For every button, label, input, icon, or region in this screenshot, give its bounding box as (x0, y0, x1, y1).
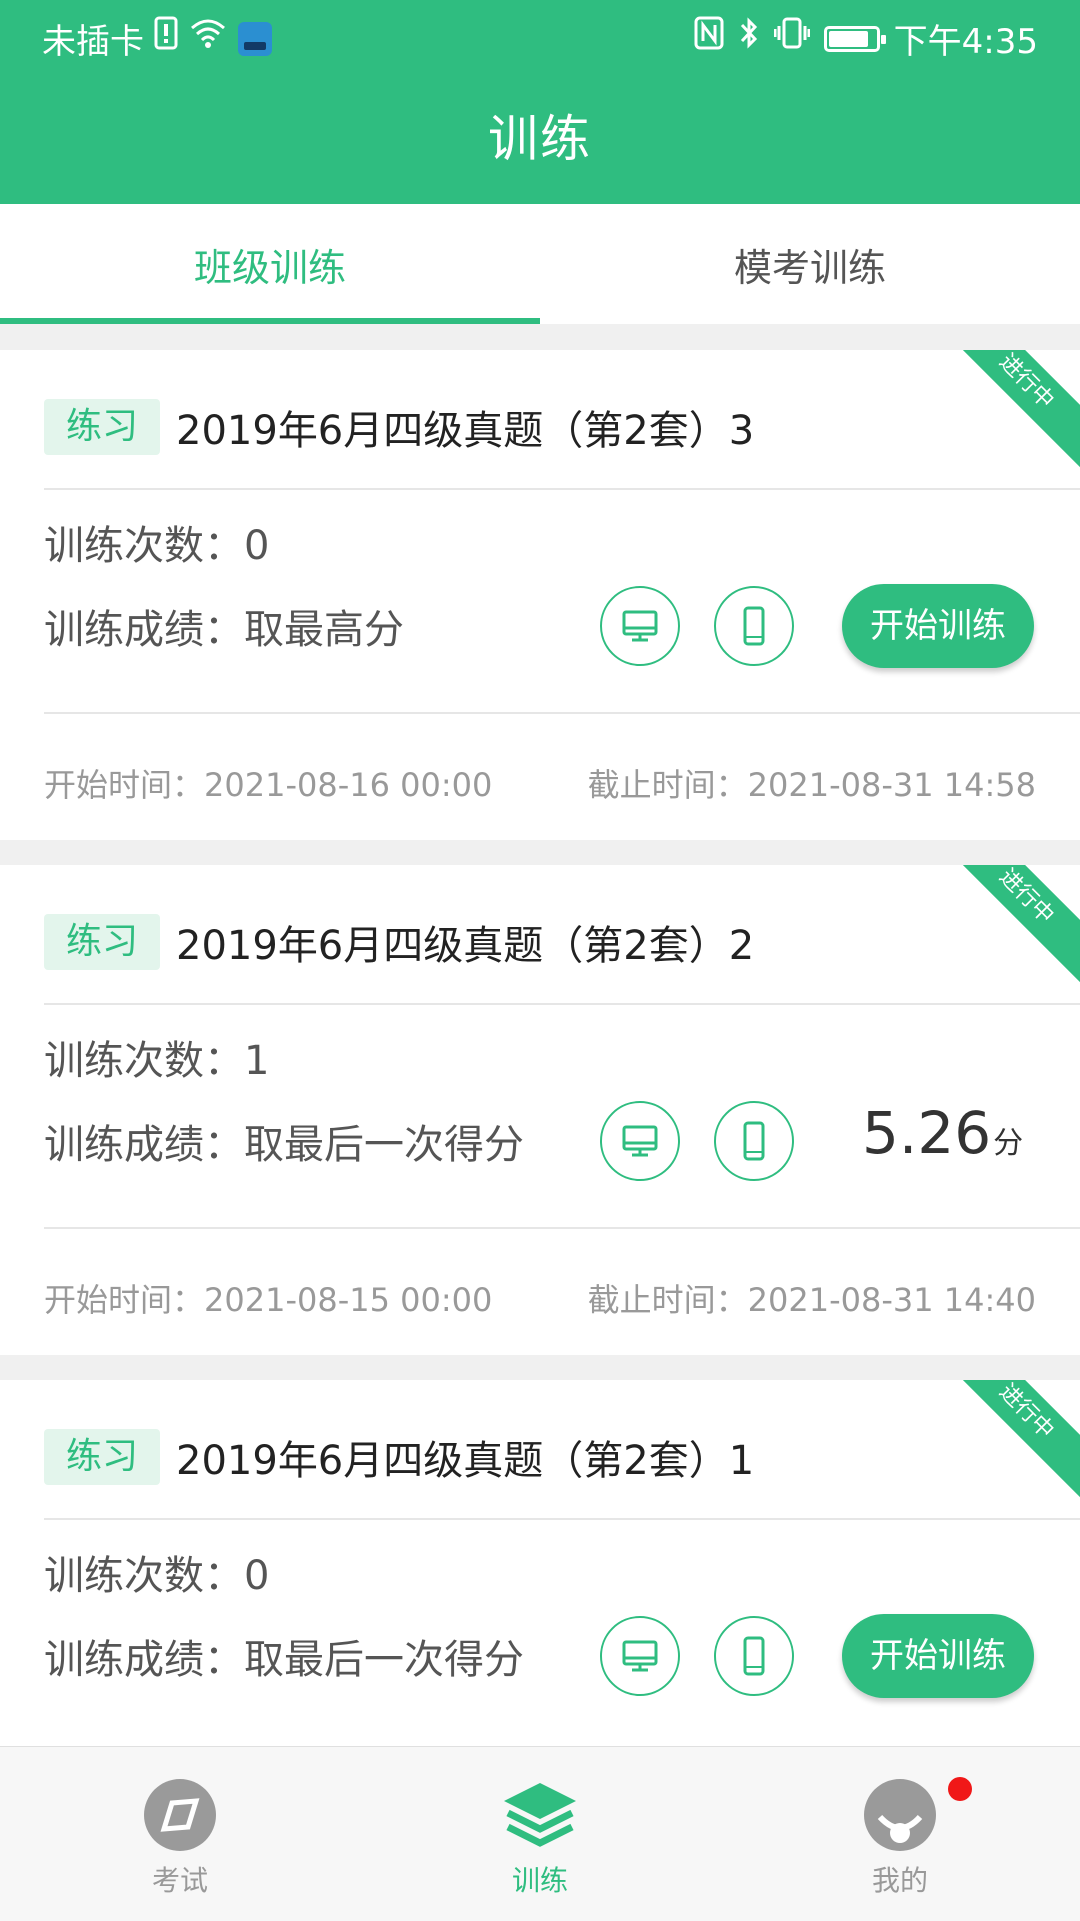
tab-class-training[interactable]: 班级训练 (0, 204, 540, 324)
tab-mock-training[interactable]: 模考训练 (540, 204, 1080, 324)
desktop-button[interactable] (600, 1101, 680, 1181)
train-score-label: 训练成绩： (44, 1637, 244, 1683)
status-ribbon: 进行中 (932, 1380, 1080, 1506)
start-time-value: 2021-08-16 00:00 (204, 766, 493, 804)
end-time: 截止时间：2021-08-31 14:58 (588, 760, 1036, 806)
train-score-label: 训练成绩： (44, 607, 244, 653)
train-score-rule: 取最后一次得分 (244, 1122, 524, 1168)
train-score-label: 训练成绩： (44, 1122, 244, 1168)
notification-dot (948, 1777, 972, 1801)
card-title: 2019年6月四级真题（第2套）3 (176, 408, 755, 454)
bluetooth-icon (738, 16, 760, 61)
mobile-icon (743, 606, 765, 646)
end-time-value: 2021-08-31 14:58 (747, 766, 1036, 804)
status-bar: 未插卡 下午4:35 (0, 0, 1080, 74)
nav-exam[interactable]: 考试 (80, 1747, 280, 1921)
status-ribbon: 进行中 (932, 350, 1080, 476)
nav-exam-label: 考试 (151, 1864, 208, 1897)
train-count-value: 1 (244, 1038, 270, 1084)
layers-icon (504, 1783, 576, 1847)
train-count-value: 0 (244, 1553, 270, 1599)
desktop-icon (622, 1640, 658, 1672)
desktop-icon (622, 1125, 658, 1157)
status-ribbon: 进行中 (932, 865, 1080, 991)
wifi-icon (188, 16, 228, 61)
end-time: 截止时间：2021-08-31 14:40 (588, 1275, 1036, 1321)
score-value: 5.26 (862, 1099, 992, 1167)
compass-icon (144, 1779, 216, 1851)
divider (44, 1518, 1080, 1520)
train-score-rule: 取最高分 (244, 607, 404, 653)
clock-label: 下午4:35 (893, 22, 1038, 62)
train-count-value: 0 (244, 523, 270, 569)
train-score-row: 训练成绩：取最高分 (44, 588, 404, 672)
train-count-label: 训练次数： (44, 1553, 244, 1599)
nav-training-label: 训练 (511, 1864, 568, 1897)
divider (44, 712, 1080, 714)
divider (44, 1003, 1080, 1005)
carrier-label: 未插卡 (42, 22, 144, 62)
card-title: 2019年6月四级真题（第2套）2 (176, 923, 755, 969)
card-tag: 练习 (44, 914, 161, 970)
train-count-label: 训练次数： (44, 523, 244, 569)
bottom-nav: 考试 训练 我的 (0, 1746, 1080, 1921)
card-title: 2019年6月四级真题（第2套）1 (176, 1438, 755, 1484)
training-card[interactable]: 进行中 练习 2019年6月四级真题（第2套）2 训练次数：1 训练成绩：取最后… (0, 865, 1080, 1355)
desktop-icon (622, 610, 658, 642)
mobile-button[interactable] (714, 1616, 794, 1696)
profile-icon (864, 1779, 936, 1851)
score-display: 5.26分 (862, 1099, 1023, 1167)
train-count-label: 训练次数： (44, 1038, 244, 1084)
start-time-value: 2021-08-15 00:00 (204, 1281, 493, 1319)
desktop-button[interactable] (600, 1616, 680, 1696)
score-unit: 分 (993, 1126, 1024, 1161)
nav-training[interactable]: 训练 (440, 1747, 640, 1921)
start-time-label: 开始时间： (44, 766, 205, 804)
start-training-button[interactable]: 开始训练 (842, 1614, 1034, 1698)
page-title: 训练 (488, 110, 592, 168)
desktop-button[interactable] (600, 586, 680, 666)
nav-mine-label: 我的 (871, 1864, 928, 1897)
vibrate-icon (773, 16, 811, 61)
start-time: 开始时间：2021-08-15 00:00 (44, 1275, 492, 1321)
mobile-icon (743, 1121, 765, 1161)
mobile-button[interactable] (714, 1101, 794, 1181)
mobile-icon (743, 1636, 765, 1676)
end-time-label: 截止时间： (587, 1281, 748, 1319)
end-time-value: 2021-08-31 14:40 (747, 1281, 1036, 1319)
train-score-rule: 取最后一次得分 (244, 1637, 524, 1683)
end-time-label: 截止时间： (587, 766, 748, 804)
train-score-row: 训练成绩：取最后一次得分 (44, 1618, 524, 1702)
divider (44, 1227, 1080, 1229)
nfc-icon (694, 16, 724, 61)
battery-icon (823, 25, 886, 52)
mobile-button[interactable] (714, 586, 794, 666)
tab-bar: 班级训练 模考训练 (0, 204, 1080, 324)
nav-mine[interactable]: 我的 (800, 1747, 1000, 1921)
card-tag: 练习 (44, 1429, 161, 1485)
train-count-row: 训练次数：0 (44, 1534, 524, 1618)
sim-alert-icon (154, 16, 178, 61)
train-count-row: 训练次数：1 (44, 1019, 524, 1103)
train-score-row: 训练成绩：取最后一次得分 (44, 1103, 524, 1187)
train-count-row: 训练次数：0 (44, 504, 404, 588)
app-notification-icon (238, 21, 272, 56)
start-training-button[interactable]: 开始训练 (842, 584, 1034, 668)
start-time-label: 开始时间： (44, 1281, 205, 1319)
training-card[interactable]: 进行中 练习 2019年6月四级真题（第2套）1 训练次数：0 训练成绩：取最后… (0, 1380, 1080, 1780)
training-card[interactable]: 进行中 练习 2019年6月四级真题（第2套）3 训练次数：0 训练成绩：取最高… (0, 350, 1080, 840)
divider (44, 488, 1080, 490)
start-time: 开始时间：2021-08-16 00:00 (44, 760, 492, 806)
card-tag: 练习 (44, 399, 161, 455)
app-bar: 训练 (0, 74, 1080, 204)
